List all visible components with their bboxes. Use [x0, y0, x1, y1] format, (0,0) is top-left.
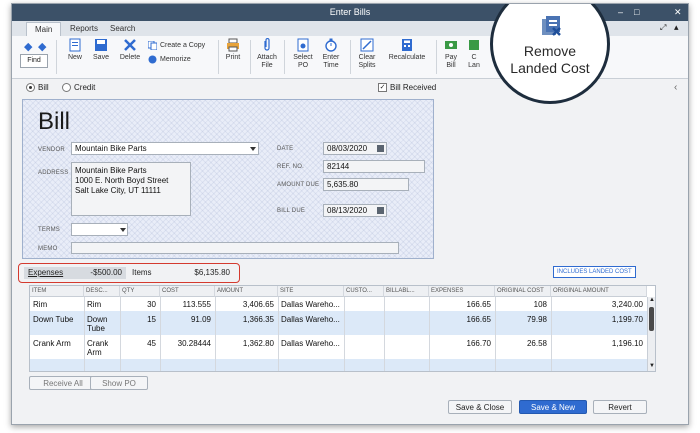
col-header-billable[interactable]: BILLABL... — [384, 286, 429, 297]
tab-main[interactable]: Main — [26, 22, 62, 36]
save-close-button[interactable]: Save & Close — [448, 400, 512, 414]
side-panel-toggle-icon[interactable]: ‹ — [674, 82, 677, 93]
delete-button[interactable]: Delete — [116, 38, 144, 62]
next-arrow-icon[interactable]: ◆ — [38, 40, 46, 53]
col-header-qty[interactable]: QTY — [120, 286, 160, 297]
close-button[interactable]: ✕ — [674, 7, 682, 18]
revert-button[interactable]: Revert — [593, 400, 647, 414]
clear-splits-button[interactable]: Clear Splits — [354, 38, 380, 70]
scroll-down-icon[interactable]: ▼ — [649, 363, 655, 369]
clear-splits-icon — [360, 38, 374, 52]
bill-form: Bill VENDOR Mountain Bike Parts ADDRESS … — [22, 99, 434, 259]
col-header-cost[interactable]: COST — [160, 286, 215, 297]
pay-bill-icon — [445, 41, 457, 49]
previous-arrow-icon[interactable]: ◆ — [24, 40, 32, 53]
credit-radio-indicator — [62, 83, 71, 93]
receive-all-button[interactable]: Receive All — [29, 376, 97, 390]
date-calendar-icon[interactable] — [377, 145, 384, 152]
bill-radio[interactable]: Bill — [26, 83, 49, 93]
table-row[interactable]: Crank Arm Crank Arm 45 30.28444 1,362.80… — [30, 335, 647, 359]
tab-reports[interactable]: Reports — [62, 22, 106, 35]
col-header-original-amount[interactable]: ORIGINAL AMOUNT — [551, 286, 647, 297]
landed-cost-button[interactable]: C Lan — [464, 38, 484, 70]
create-copy-button[interactable]: Create a Copy — [160, 42, 205, 49]
enter-bills-window: Enter Bills – □ ✕ Main Reports Search ⤢ … — [11, 3, 689, 425]
col-header-customer[interactable]: CUSTO... — [344, 286, 384, 297]
col-header-item[interactable]: ITEM — [30, 286, 84, 297]
expenses-tab[interactable]: Expenses -$500.00 — [24, 267, 126, 279]
select-po-button[interactable]: Select PO — [290, 38, 316, 70]
printer-icon — [227, 38, 239, 52]
stopwatch-icon — [325, 38, 337, 52]
bill-due-calendar-icon[interactable] — [377, 207, 384, 214]
memorize-button[interactable]: Memorize — [160, 56, 191, 63]
table-row[interactable]: Rim Rim 30 113.555 3,406.65 Dallas Wareh… — [30, 297, 647, 311]
col-header-expenses[interactable]: EXPENSES — [429, 286, 495, 297]
amount-due-label: AMOUNT DUE — [277, 182, 320, 188]
col-header-site[interactable]: SITE — [278, 286, 344, 297]
recalculate-button[interactable]: Recalculate — [384, 38, 430, 62]
memo-label: MEMO — [38, 246, 58, 252]
remove-landed-cost-icon — [542, 16, 561, 36]
ref-no-field[interactable]: 82144 — [323, 160, 425, 173]
items-table: ITEM DESC... QTY COST AMOUNT SITE CUSTO.… — [29, 285, 656, 372]
create-copy-icon — [148, 41, 157, 50]
print-button[interactable]: Print — [222, 38, 244, 62]
vendor-chevron-down-icon[interactable] — [250, 147, 256, 151]
tab-search[interactable]: Search — [102, 22, 143, 35]
col-header-original-cost[interactable]: ORIGINAL COST — [495, 286, 551, 297]
enter-time-button[interactable]: Enter Time — [318, 38, 344, 70]
bill-due-label: BILL DUE — [277, 208, 306, 214]
bill-radio-indicator — [26, 83, 35, 93]
table-row-empty[interactable] — [30, 359, 647, 371]
landed-cost-badge: INCLUDES LANDED COST — [553, 266, 636, 278]
date-label: DATE — [277, 146, 294, 152]
ref-no-label: REF. NO. — [277, 164, 304, 170]
credit-radio[interactable]: Credit — [62, 83, 95, 93]
delete-x-icon — [124, 39, 136, 51]
save-button[interactable]: Save — [90, 38, 112, 62]
scrollbar-thumb[interactable] — [649, 307, 654, 331]
show-po-button[interactable]: Show PO — [90, 376, 148, 390]
col-header-amount[interactable]: AMOUNT — [215, 286, 278, 297]
table-scrollbar[interactable]: ▲ ▼ — [647, 297, 655, 371]
memorize-icon — [148, 55, 157, 64]
table-row-selected[interactable]: Down Tube Down Tube 15 91.09 1,366.35 Da… — [30, 311, 647, 335]
calculator-icon — [402, 39, 412, 51]
remove-landed-cost-label: Remove Landed Cost — [510, 43, 590, 76]
pay-bill-button[interactable]: Pay Bill — [440, 38, 462, 70]
bill-received-checkbox[interactable]: ✓ Bill Received — [378, 83, 436, 93]
address-label: ADDRESS — [38, 170, 69, 176]
new-document-icon — [69, 38, 81, 52]
vendor-dropdown[interactable]: Mountain Bike Parts — [71, 142, 259, 155]
select-po-icon — [297, 38, 309, 52]
minimize-button[interactable]: – — [618, 7, 623, 17]
terms-label: TERMS — [38, 227, 60, 233]
items-tab[interactable]: Items $6,135.80 — [128, 267, 234, 279]
remove-landed-cost-callout[interactable]: Remove Landed Cost — [490, 4, 610, 104]
address-field[interactable]: Mountain Bike Parts 1000 E. North Boyd S… — [71, 162, 191, 216]
scroll-up-icon[interactable]: ▲ — [649, 297, 655, 303]
memo-field[interactable] — [71, 242, 399, 254]
new-button[interactable]: New — [64, 38, 86, 62]
save-disk-icon — [95, 39, 107, 51]
col-header-desc[interactable]: DESC... — [84, 286, 120, 297]
attach-file-button[interactable]: Attach File — [254, 38, 280, 70]
landed-cost-icon — [469, 40, 479, 50]
expand-icon[interactable]: ⤢ — [660, 23, 666, 33]
find-button[interactable]: Find — [20, 54, 48, 68]
amount-due-field[interactable]: 5,635.80 — [323, 178, 409, 191]
form-heading: Bill — [38, 108, 71, 135]
bill-received-check-indicator: ✓ — [378, 83, 387, 93]
maximize-button[interactable]: □ — [634, 7, 639, 17]
vendor-label: VENDOR — [38, 147, 65, 153]
terms-chevron-down-icon[interactable] — [120, 228, 126, 232]
save-new-button[interactable]: Save & New — [519, 400, 587, 414]
collapse-ribbon-icon[interactable]: ▴ — [674, 22, 679, 33]
paperclip-icon — [264, 38, 270, 51]
